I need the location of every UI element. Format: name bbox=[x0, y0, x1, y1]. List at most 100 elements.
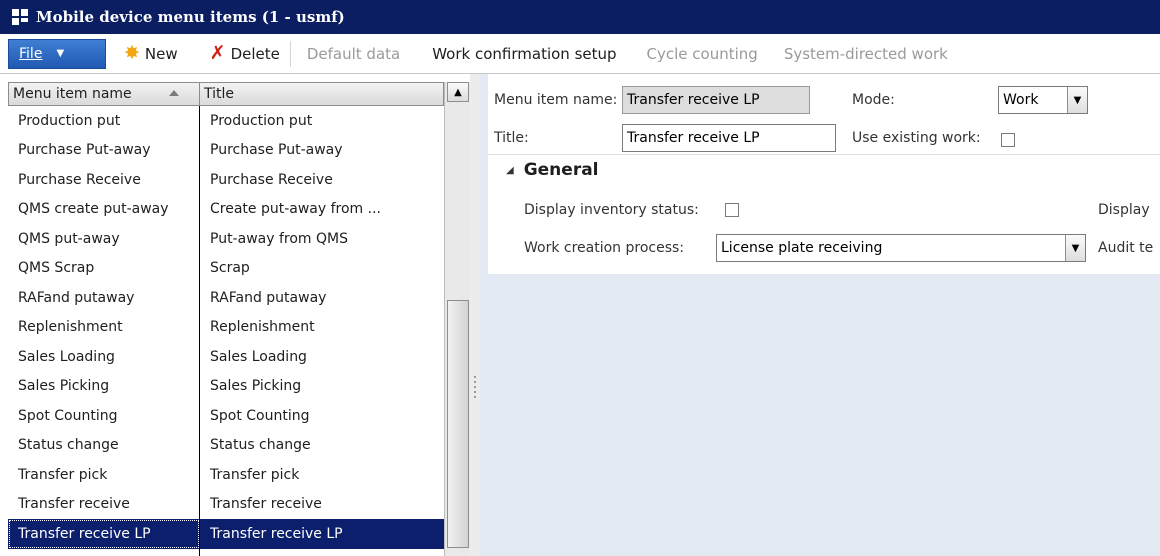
cell-title[interactable]: Status change bbox=[200, 431, 444, 461]
display-inventory-status-label: Display inventory status: bbox=[524, 202, 699, 218]
cell-title[interactable]: Spot Counting bbox=[200, 401, 444, 431]
table-row[interactable]: RAFand putaway RAFand putaway bbox=[8, 283, 444, 313]
cell-title[interactable]: Transfer receive LP bbox=[200, 519, 444, 549]
display-field-label-truncated: Display bbox=[1098, 202, 1150, 218]
table-row[interactable]: Sales Picking Sales Picking bbox=[8, 372, 444, 402]
column-header-menu-item-name[interactable]: Menu item name bbox=[9, 83, 200, 105]
menu-item-name-field[interactable]: Transfer receive LP bbox=[622, 86, 810, 114]
cell-title[interactable]: Purchase Put-away bbox=[200, 136, 444, 166]
table-row[interactable]: Production put Production put bbox=[8, 106, 444, 136]
cell-title[interactable]: Put-away from QMS bbox=[200, 224, 444, 254]
title-field[interactable]: Transfer receive LP bbox=[622, 124, 836, 152]
table-row[interactable]: Replenishment Replenishment bbox=[8, 313, 444, 343]
cell-title[interactable]: RAFand putaway bbox=[200, 283, 444, 313]
table-row[interactable]: QMS Scrap Scrap bbox=[8, 254, 444, 284]
new-button-label: New bbox=[144, 44, 178, 63]
panel-splitter[interactable] bbox=[470, 74, 480, 556]
toolbar-separator bbox=[289, 40, 291, 67]
column-header-label: Menu item name bbox=[13, 86, 132, 102]
table-row[interactable]: Sales Loading Sales Loading bbox=[8, 342, 444, 372]
table-row[interactable]: Transfer receive Transfer receive bbox=[8, 490, 444, 520]
default-data-button[interactable]: Default data bbox=[307, 39, 400, 69]
column-header-title[interactable]: Title bbox=[200, 83, 443, 105]
cell-title[interactable]: Transfer receive bbox=[200, 490, 444, 520]
table-row[interactable]: Spot Counting Spot Counting bbox=[8, 401, 444, 431]
scroll-up-icon[interactable]: ▲ bbox=[447, 82, 469, 102]
table-row[interactable]: QMS create put-away Create put-away from … bbox=[8, 195, 444, 225]
cell-menu-item-name[interactable]: Sales Picking bbox=[8, 372, 200, 402]
table-row[interactable]: Purchase Receive Purchase Receive bbox=[8, 165, 444, 195]
delete-button[interactable]: ✗ Delete bbox=[210, 39, 280, 69]
menu-items-list: Menu item name Title Production put Produ… bbox=[0, 74, 470, 556]
default-data-label: Default data bbox=[306, 44, 401, 63]
column-header-label: Title bbox=[204, 86, 235, 102]
work-creation-process-select[interactable]: License plate receiving ▼ bbox=[716, 234, 1086, 262]
cell-menu-item-name[interactable]: Replenishment bbox=[8, 313, 200, 343]
mode-select-value: Work bbox=[1003, 92, 1039, 108]
cell-title[interactable]: Scrap bbox=[200, 254, 444, 284]
scrollbar-thumb[interactable] bbox=[447, 300, 469, 548]
sort-ascending-icon bbox=[169, 90, 179, 96]
cycle-counting-label: Cycle counting bbox=[646, 44, 758, 63]
file-menu-label: File bbox=[19, 45, 43, 62]
system-directed-work-button[interactable]: System-directed work bbox=[784, 39, 948, 69]
use-existing-work-checkbox[interactable] bbox=[1001, 133, 1015, 147]
chevron-down-icon[interactable]: ▼ bbox=[1065, 235, 1085, 261]
new-star-icon: ✸ bbox=[124, 42, 140, 64]
vertical-scrollbar[interactable]: ▲ bbox=[444, 82, 470, 556]
mode-select[interactable]: Work ▼ bbox=[998, 86, 1088, 114]
title-label: Title: bbox=[494, 130, 529, 146]
section-divider bbox=[488, 154, 1160, 155]
column-divider bbox=[199, 106, 200, 556]
action-pane: File ▼ ✸ New ✗ Delete Default data Work … bbox=[0, 34, 1160, 74]
cell-menu-item-name[interactable]: Production put bbox=[8, 106, 200, 136]
cell-menu-item-name[interactable]: Transfer pick bbox=[8, 460, 200, 490]
general-group-label: General bbox=[523, 160, 599, 180]
cell-title[interactable]: Sales Picking bbox=[200, 372, 444, 402]
audit-field-label-truncated: Audit te bbox=[1098, 240, 1154, 256]
system-directed-label: System-directed work bbox=[783, 44, 948, 63]
cell-menu-item-name[interactable]: Transfer receive bbox=[8, 490, 200, 520]
general-group-header[interactable]: ◢ General bbox=[506, 160, 599, 180]
table-row[interactable]: Transfer receive LP Transfer receive LP bbox=[8, 519, 444, 549]
cell-menu-item-name[interactable]: QMS Scrap bbox=[8, 254, 200, 284]
cell-title[interactable]: Production put bbox=[200, 106, 444, 136]
delete-button-label: Delete bbox=[230, 44, 280, 63]
cell-menu-item-name[interactable]: Spot Counting bbox=[8, 401, 200, 431]
cell-title[interactable]: Purchase Receive bbox=[200, 165, 444, 195]
cell-title[interactable]: Sales Loading bbox=[200, 342, 444, 372]
cycle-counting-button[interactable]: Cycle counting bbox=[647, 39, 758, 69]
cell-title[interactable]: Replenishment bbox=[200, 313, 444, 343]
cell-menu-item-name[interactable]: QMS put-away bbox=[8, 224, 200, 254]
cell-menu-item-name[interactable]: Transfer receive LP bbox=[8, 519, 200, 549]
delete-x-icon: ✗ bbox=[209, 42, 226, 64]
file-menu-button[interactable]: File ▼ bbox=[8, 38, 106, 69]
table-row[interactable]: Status change Status change bbox=[8, 431, 444, 461]
cell-menu-item-name[interactable]: QMS create put-away bbox=[8, 195, 200, 225]
collapse-triangle-icon: ◢ bbox=[506, 164, 514, 176]
cell-menu-item-name[interactable]: Purchase Put-away bbox=[8, 136, 200, 166]
cell-title[interactable]: Transfer pick bbox=[200, 460, 444, 490]
window-title: Mobile device menu items (1 - usmf) bbox=[36, 8, 345, 26]
cell-menu-item-name[interactable]: Purchase Receive bbox=[8, 165, 200, 195]
cell-menu-item-name[interactable]: RAFand putaway bbox=[8, 283, 200, 313]
display-inventory-status-checkbox[interactable] bbox=[725, 203, 739, 217]
chevron-down-icon[interactable]: ▼ bbox=[1067, 87, 1087, 113]
new-button[interactable]: ✸ New bbox=[124, 39, 178, 69]
mode-label: Mode: bbox=[852, 92, 895, 108]
cell-menu-item-name[interactable]: Sales Loading bbox=[8, 342, 200, 372]
work-confirmation-setup-button[interactable]: Work confirmation setup bbox=[432, 39, 616, 69]
list-rows: Production put Production put Purchase Put… bbox=[8, 106, 444, 556]
chevron-down-icon: ▼ bbox=[56, 48, 65, 59]
splitter-grip-icon bbox=[474, 376, 476, 400]
table-row[interactable]: Transfer pick Transfer pick bbox=[8, 460, 444, 490]
table-row[interactable]: Purchase Put-away Purchase Put-away bbox=[8, 136, 444, 166]
cell-menu-item-name[interactable]: Status change bbox=[8, 431, 200, 461]
table-row[interactable]: QMS put-away Put-away from QMS bbox=[8, 224, 444, 254]
work-creation-process-label: Work creation process: bbox=[524, 240, 685, 256]
work-confirmation-label: Work confirmation setup bbox=[432, 44, 617, 63]
use-existing-work-label: Use existing work: bbox=[852, 130, 981, 146]
list-header: Menu item name Title bbox=[8, 82, 444, 106]
cell-title[interactable]: Create put-away from ... bbox=[200, 195, 444, 225]
details-pane: Menu item name: Transfer receive LP Titl… bbox=[480, 74, 1160, 556]
